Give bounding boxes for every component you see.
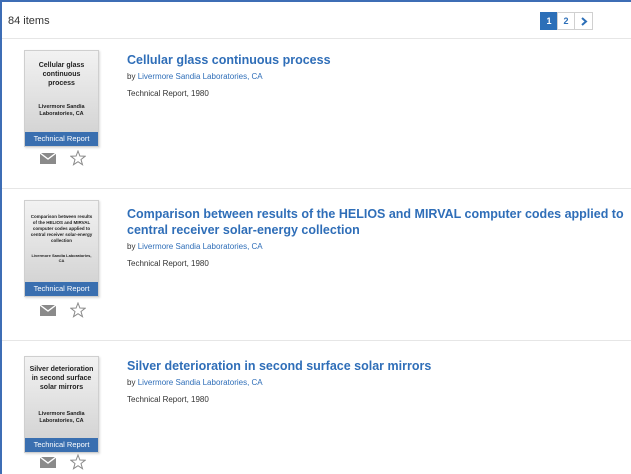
- cover-author: Livermore Sandia Laboratories, CA: [38, 104, 85, 117]
- star-outline-icon[interactable]: [70, 454, 86, 470]
- author-link[interactable]: Livermore Sandia Laboratories, CA: [138, 378, 263, 387]
- envelope-icon[interactable]: [40, 152, 56, 164]
- format-year: Technical Report, 1980: [127, 89, 209, 98]
- next-page-button[interactable]: [574, 12, 593, 30]
- pagination: 1 2: [540, 12, 593, 30]
- byline: by Livermore Sandia Laboratories, CA: [127, 242, 263, 251]
- result-item: Silver deterioration in second surface s…: [2, 340, 631, 474]
- result-title-link[interactable]: Cellular glass continuous process: [127, 52, 331, 68]
- result-item: Comparison between results of the HELIOS…: [2, 188, 631, 341]
- item-actions: [40, 454, 86, 470]
- book-cover[interactable]: Comparison between results of the HELIOS…: [24, 200, 99, 297]
- envelope-icon[interactable]: [40, 304, 56, 316]
- star-outline-icon[interactable]: [70, 302, 86, 318]
- result-title-link[interactable]: Silver deterioration in second surface s…: [127, 358, 431, 374]
- byline: by Livermore Sandia Laboratories, CA: [127, 378, 263, 387]
- results-toolbar: 84 items 1 2: [2, 2, 631, 39]
- cover-title: Cellular glass continuous process: [38, 62, 85, 87]
- item-actions: [40, 150, 86, 166]
- result-item: Cellular glass continuous process Liverm…: [2, 38, 631, 189]
- result-title-link[interactable]: Comparison between results of the HELIOS…: [127, 206, 627, 238]
- by-label: by: [127, 72, 136, 81]
- items-count: 84 items: [8, 15, 50, 27]
- book-cover[interactable]: Cellular glass continuous process Liverm…: [24, 50, 99, 147]
- format-year: Technical Report, 1980: [127, 259, 209, 268]
- byline: by Livermore Sandia Laboratories, CA: [127, 72, 263, 81]
- item-actions: [40, 302, 86, 318]
- author-link[interactable]: Livermore Sandia Laboratories, CA: [138, 72, 263, 81]
- by-label: by: [127, 378, 136, 387]
- author-link[interactable]: Livermore Sandia Laboratories, CA: [138, 242, 263, 251]
- by-label: by: [127, 242, 136, 251]
- cover-author: Livermore Sandia Laboratories, CA: [31, 253, 92, 263]
- format-year: Technical Report, 1980: [127, 395, 209, 404]
- page-button-2[interactable]: 2: [557, 12, 575, 30]
- chevron-right-icon: [580, 17, 588, 26]
- cover-format-band: Technical Report: [25, 132, 98, 146]
- book-cover[interactable]: Silver deterioration in second surface s…: [24, 356, 99, 453]
- cover-title: Comparison between results of the HELIOS…: [30, 214, 93, 243]
- cover-format-band: Technical Report: [25, 282, 98, 296]
- cover-title: Silver deterioration in second surface s…: [29, 366, 94, 391]
- page-button-1[interactable]: 1: [540, 12, 558, 30]
- cover-format-band: Technical Report: [25, 438, 98, 452]
- cover-author: Livermore Sandia Laboratories, CA: [38, 411, 85, 424]
- envelope-icon[interactable]: [40, 456, 56, 468]
- star-outline-icon[interactable]: [70, 150, 86, 166]
